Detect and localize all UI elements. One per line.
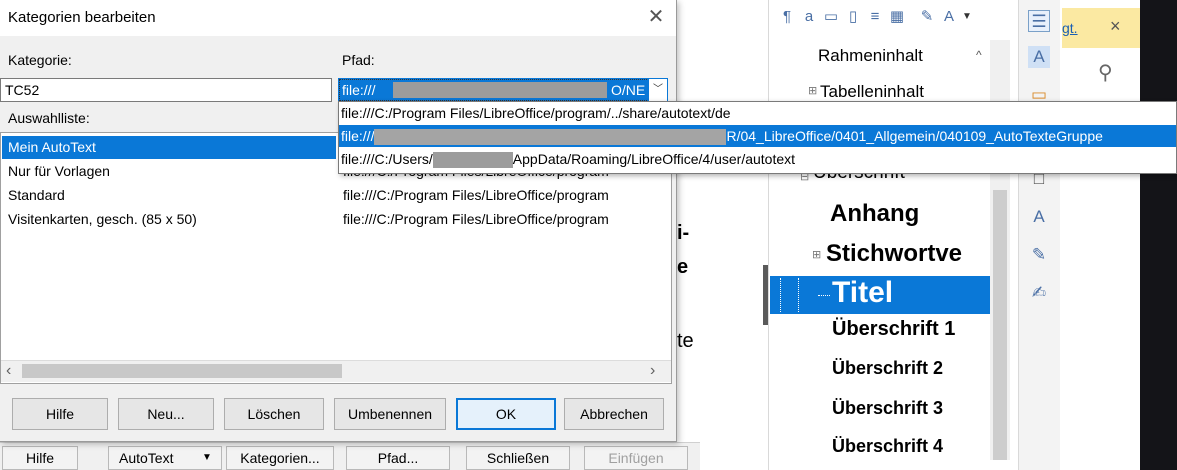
chevron-down-icon[interactable]: ▼ xyxy=(958,8,976,26)
frame-styles-icon[interactable]: ▭ xyxy=(822,8,840,26)
scroll-up-icon[interactable]: ^ xyxy=(976,48,982,62)
document-text-fragment: te xyxy=(677,330,694,352)
redacted-path-segment xyxy=(432,152,513,169)
redacted-path-segment xyxy=(374,129,727,146)
selection-list-label: Auswahlliste: xyxy=(8,110,90,126)
autotext-label: AutoText xyxy=(119,450,174,466)
table-styles-icon[interactable]: ▦ xyxy=(888,8,906,26)
parent-categories-button[interactable]: Kategorien... xyxy=(226,446,334,470)
parent-path-button[interactable]: Pfad... xyxy=(346,446,450,470)
styles-scrollbar-thumb[interactable] xyxy=(993,190,1007,460)
dropdown-item-selected[interactable]: file:/// R/04_LibreOffice/0401_Allgemein/… xyxy=(339,125,1176,147)
fill-format-icon[interactable]: ✎ xyxy=(918,8,936,26)
path-label: Pfad: xyxy=(342,52,375,68)
expand-icon[interactable]: ⊞ xyxy=(808,84,817,97)
edit-style-icon[interactable]: ✍ xyxy=(1028,282,1050,304)
redacted-path-segment xyxy=(393,82,607,98)
paint-icon[interactable]: ✎ xyxy=(1028,244,1050,266)
cancel-button[interactable]: Abbrechen xyxy=(564,398,664,430)
style-item-heading-1[interactable]: Überschrift 1 xyxy=(832,318,955,341)
style-item-heading-3[interactable]: Überschrift 3 xyxy=(832,398,943,419)
dropdown-item[interactable]: file:///C:/Users/AppData/Roaming/LibreOf… xyxy=(341,148,795,170)
chevron-down-icon: ▼ xyxy=(202,452,212,463)
style-item-index-heading[interactable]: Stichwortve xyxy=(826,240,962,268)
parent-close-button[interactable]: Schließen xyxy=(466,446,570,470)
character-style-icon[interactable]: A xyxy=(1028,206,1050,228)
search-icon[interactable]: ⚲ xyxy=(1098,60,1113,85)
close-icon[interactable]: ✕ xyxy=(642,4,670,30)
list-styles-icon[interactable]: ≡ xyxy=(866,8,884,26)
path-value-start: file:/// xyxy=(342,82,376,98)
notification-tab: gt. × xyxy=(1062,8,1142,48)
expand-icon[interactable]: ⊞ xyxy=(812,248,821,261)
help-button[interactable]: Hilfe xyxy=(12,398,108,430)
category-input[interactable]: TC52 xyxy=(0,78,332,102)
style-actions-icon[interactable]: A xyxy=(940,8,958,26)
style-item-title[interactable]: Titel xyxy=(832,276,893,310)
dropdown-item[interactable]: file:///C:/Program Files/LibreOffice/pro… xyxy=(341,102,731,124)
chevron-left-icon[interactable]: ‹ xyxy=(6,362,11,380)
category-path: file:///C:/Program Files/LibreOffice/pro… xyxy=(343,187,609,203)
dropdown-item-prefix: file:/// xyxy=(341,128,375,144)
background-window xyxy=(1140,0,1177,470)
category-name: Visitenkarten, gesch. (85 x 50) xyxy=(8,211,197,227)
styles-toolbar: ¶ a ▭ ▯ ≡ ▦ ✎ A ▼ xyxy=(770,4,1020,32)
document-text-fragment: i- xyxy=(677,222,690,244)
style-item-appendix[interactable]: Anhang xyxy=(830,200,919,228)
sidebar-collapse-handle[interactable] xyxy=(763,265,768,325)
character-styles-icon[interactable]: a xyxy=(800,8,818,26)
list-item[interactable]: Standard xyxy=(2,184,336,207)
chevron-down-icon[interactable]: ﹀ xyxy=(648,78,668,102)
parent-insert-button: Einfügen xyxy=(584,446,688,470)
category-name: Standard xyxy=(8,187,65,203)
list-item-selected[interactable]: Mein AutoText xyxy=(2,136,336,159)
tree-guide xyxy=(798,278,799,312)
list-item[interactable]: Visitenkarten, gesch. (85 x 50) xyxy=(2,208,336,231)
category-label: Kategorie: xyxy=(8,52,72,68)
path-combobox[interactable]: file:/// O/NE xyxy=(338,78,650,102)
sidebar-deck xyxy=(1018,0,1060,470)
style-item-heading-4[interactable]: Überschrift 4 xyxy=(832,436,943,457)
page-styles-icon[interactable]: ▯ xyxy=(844,8,862,26)
tree-guide xyxy=(818,295,830,296)
document-text-fragment: e xyxy=(677,256,689,278)
dropdown-item-suffix: AppData/Roaming/LibreOffice/4/user/autot… xyxy=(512,151,796,167)
style-item-frame-contents[interactable]: Rahmeninhalt xyxy=(818,46,923,66)
new-button[interactable]: Neu... xyxy=(118,398,214,430)
style-item-table-contents[interactable]: Tabelleninhalt xyxy=(820,82,924,98)
chevron-right-icon[interactable]: › xyxy=(650,362,655,380)
parent-help-button[interactable]: Hilfe xyxy=(2,446,78,470)
notification-link[interactable]: gt. xyxy=(1062,20,1078,36)
delete-button[interactable]: Löschen xyxy=(224,398,324,430)
scrollbar-thumb[interactable] xyxy=(22,364,342,378)
category-name: Mein AutoText xyxy=(8,139,96,155)
style-item-heading-2[interactable]: Überschrift 2 xyxy=(832,358,943,379)
rename-button[interactable]: Umbenennen xyxy=(334,398,446,430)
dropdown-item-suffix: R/04_LibreOffice/0401_Allgemein/040109_A… xyxy=(726,128,1103,144)
dropdown-item-prefix: file:///C:/Users/ xyxy=(341,151,433,167)
category-path: file:///C:/Program Files/LibreOffice/pro… xyxy=(343,211,609,227)
styles-icon[interactable]: A xyxy=(1028,46,1050,68)
path-value-end: O/NE xyxy=(611,82,646,98)
category-name: Nur für Vorlagen xyxy=(8,163,110,179)
properties-icon[interactable]: ☰ xyxy=(1028,10,1050,32)
paragraph-styles-icon[interactable]: ¶ xyxy=(778,8,796,26)
document-area: i- e te xyxy=(675,0,770,470)
tree-guide xyxy=(780,278,781,312)
close-icon[interactable]: × xyxy=(1110,16,1121,37)
ok-button[interactable]: OK xyxy=(456,398,556,430)
parent-autotext-button[interactable]: AutoText ▼ xyxy=(108,446,222,470)
dialog-title: Kategorien bearbeiten xyxy=(8,9,156,26)
list-item[interactable]: Nur für Vorlagen xyxy=(2,160,336,183)
